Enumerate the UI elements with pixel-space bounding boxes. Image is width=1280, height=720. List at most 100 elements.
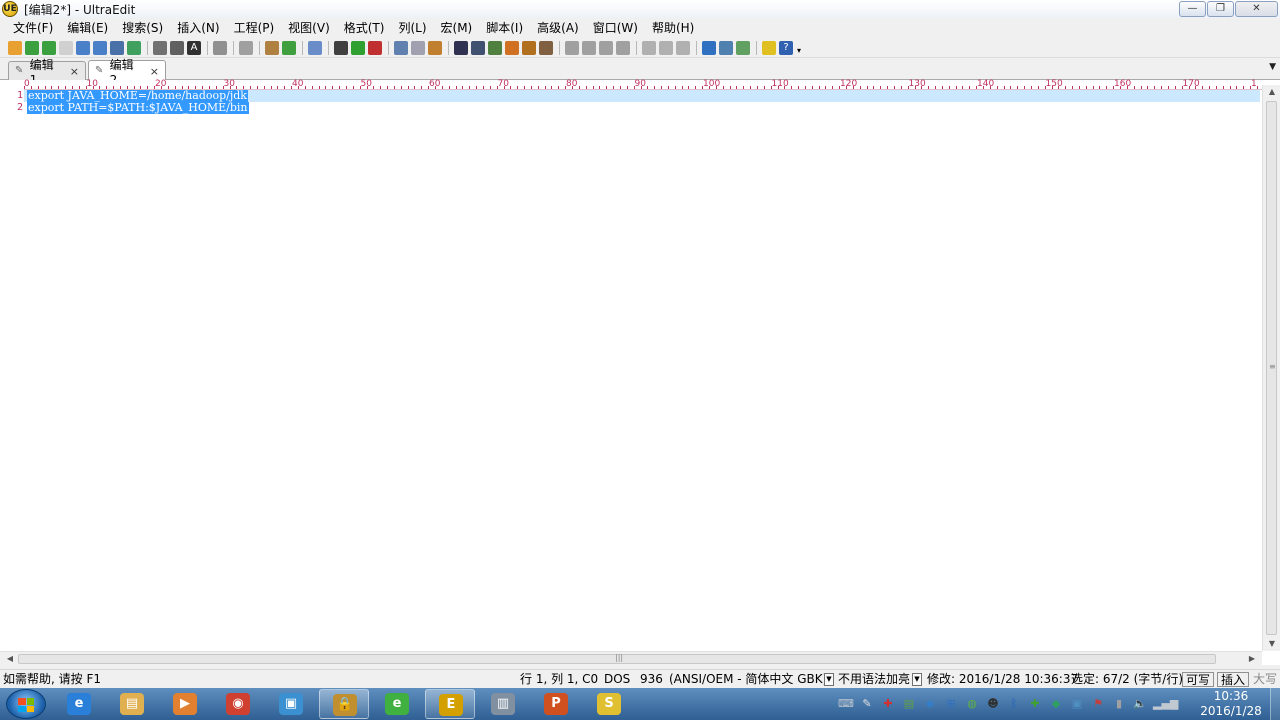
ie-task-button[interactable]: e — [54, 689, 104, 719]
vmware-task-button[interactable]: ▣ — [266, 689, 316, 719]
add-icon[interactable] — [351, 40, 365, 55]
pen-icon[interactable]: ✎ — [859, 696, 875, 712]
replace-icon[interactable] — [488, 40, 502, 55]
app-s-task-button[interactable]: S — [584, 689, 634, 719]
scroll-down-arrow-icon[interactable]: ▼ — [1264, 637, 1280, 651]
media-player-task-button[interactable]: ▶ — [160, 689, 210, 719]
start-button[interactable] — [6, 689, 46, 719]
open-folder-icon[interactable] — [76, 40, 90, 55]
tab-edit2[interactable]: ✎ 编辑2 × — [88, 58, 166, 87]
hex-icon[interactable] — [308, 40, 322, 55]
project-icon[interactable] — [265, 40, 279, 55]
align-center-icon[interactable] — [582, 40, 596, 55]
print-icon[interactable] — [153, 40, 167, 55]
menu-item-9[interactable]: 脚本(I) — [479, 18, 530, 38]
scroll-left-arrow-icon[interactable]: ◀ — [2, 652, 18, 666]
help-icon[interactable]: ? — [779, 40, 793, 55]
tab-edit1[interactable]: ✎ 编辑1 × — [8, 58, 86, 87]
goto-icon[interactable] — [522, 40, 536, 55]
font-icon[interactable]: A — [187, 40, 201, 55]
horizontal-scrollbar[interactable]: ◀ ||| ▶ — [0, 651, 1262, 666]
chevron-down-icon[interactable]: ▼ — [824, 673, 834, 686]
menu-item-11[interactable]: 窗口(W) — [586, 18, 645, 38]
column-icon[interactable] — [282, 40, 296, 55]
ftp-icon[interactable] — [736, 40, 750, 55]
print-preview-icon[interactable] — [170, 40, 184, 55]
toolbar-overflow-icon[interactable]: ▾ — [797, 46, 801, 55]
blank-file-icon[interactable] — [59, 40, 73, 55]
format-icon[interactable] — [213, 40, 227, 55]
close-button[interactable]: ✕ — [1235, 1, 1278, 17]
network-shield-icon[interactable]: ◈ — [922, 696, 938, 712]
qq-icon[interactable]: ☻ — [985, 696, 1001, 712]
vertical-scroll-thumb[interactable]: ≡ — [1266, 101, 1277, 635]
maximize-button[interactable]: ❐ — [1207, 1, 1234, 17]
system-clock[interactable]: 10:36 2016/1/28 — [1196, 689, 1266, 719]
new-file-icon[interactable] — [8, 40, 22, 55]
flag-icon[interactable]: ⚑ — [1090, 696, 1106, 712]
horizontal-scroll-thumb[interactable]: ||| — [18, 653, 1216, 664]
save-icon[interactable] — [110, 40, 124, 55]
cut-icon[interactable] — [394, 40, 408, 55]
menu-item-8[interactable]: 宏(M) — [434, 18, 480, 38]
find-in-files-icon[interactable] — [505, 40, 519, 55]
forward-icon[interactable] — [42, 40, 56, 55]
minimize-button[interactable]: — — [1179, 1, 1206, 17]
web-icon[interactable] — [702, 40, 716, 55]
split-icon[interactable] — [642, 40, 656, 55]
menu-item-12[interactable]: 帮助(H) — [645, 18, 701, 38]
justify-icon[interactable] — [616, 40, 630, 55]
syntax-highlight-mode[interactable]: 不用语法加亮 — [838, 672, 910, 687]
menu-item-1[interactable]: 编辑(E) — [60, 18, 115, 38]
list-icon[interactable] — [239, 40, 253, 55]
scroll-up-arrow-icon[interactable]: ▲ — [1264, 85, 1280, 99]
chrome-task-button[interactable]: ◉ — [213, 689, 263, 719]
menu-item-6[interactable]: 格式(T) — [337, 18, 392, 38]
menu-item-4[interactable]: 工程(P) — [227, 18, 282, 38]
shield-red-icon[interactable]: ✚ — [880, 696, 896, 712]
tab-list-dropdown-icon[interactable]: ▼ — [1269, 62, 1276, 72]
align-left-icon[interactable] — [565, 40, 579, 55]
vertical-scrollbar[interactable]: ▲ ≡ ▼ — [1262, 85, 1280, 651]
scroll-right-arrow-icon[interactable]: ▶ — [1244, 652, 1260, 666]
powerpoint-task-button[interactable]: P — [531, 689, 581, 719]
bookmark-icon[interactable] — [539, 40, 553, 55]
keyboard-icon[interactable]: ⌨ — [838, 696, 854, 712]
writable-indicator[interactable]: 可写 — [1182, 672, 1215, 687]
bluetooth-icon[interactable]: ᛒ — [1006, 696, 1022, 712]
insert-mode-indicator[interactable]: 插入 — [1217, 672, 1250, 687]
volume-icon[interactable]: 🔈 — [1132, 696, 1148, 712]
printer-icon[interactable]: ▤ — [901, 696, 917, 712]
usb-icon[interactable]: ▮ — [1111, 696, 1127, 712]
explorer-task-button[interactable]: ▤ — [107, 689, 157, 719]
back-icon[interactable] — [25, 40, 39, 55]
chevron-down-icon[interactable]: ▼ — [912, 673, 922, 686]
monitor-icon[interactable]: ▣ — [1069, 696, 1085, 712]
globe-icon[interactable]: ◍ — [964, 696, 980, 712]
security-icon[interactable]: ◆ — [1048, 696, 1064, 712]
syntax-dropdown[interactable]: ▼ — [912, 672, 925, 687]
signal-icon[interactable]: ▂▄▆ — [1153, 696, 1178, 712]
browser-icon[interactable] — [719, 40, 733, 55]
paste-icon[interactable] — [428, 40, 442, 55]
menu-item-0[interactable]: 文件(F) — [6, 18, 60, 38]
ie-green-task-button[interactable]: e — [372, 689, 422, 719]
cascade-icon[interactable] — [676, 40, 690, 55]
menu-item-5[interactable]: 视图(V) — [281, 18, 337, 38]
show-desktop-button[interactable] — [1270, 688, 1280, 720]
stop-icon[interactable] — [368, 40, 382, 55]
tab-close-button[interactable]: × — [150, 65, 159, 78]
tile-icon[interactable] — [659, 40, 673, 55]
find-next-icon[interactable] — [471, 40, 485, 55]
editor-pane[interactable]: 0 10 20 30 40 50 60 70 80 90 100 110 120 130 140 150 160… — [0, 79, 1280, 665]
menu-item-3[interactable]: 插入(N) — [170, 18, 226, 38]
printer-task-button[interactable]: ▥ — [478, 689, 528, 719]
menu-item-2[interactable]: 搜索(S) — [115, 18, 170, 38]
align-right-icon[interactable] — [599, 40, 613, 55]
run-icon[interactable] — [334, 40, 348, 55]
windows-icon[interactable]: ⊞ — [943, 696, 959, 712]
close-file-icon[interactable] — [93, 40, 107, 55]
ultraedit-task-button[interactable]: E — [425, 689, 475, 719]
encoding-dropdown[interactable]: ▼ — [824, 672, 837, 687]
security-task-button[interactable]: 🔒 — [319, 689, 369, 719]
